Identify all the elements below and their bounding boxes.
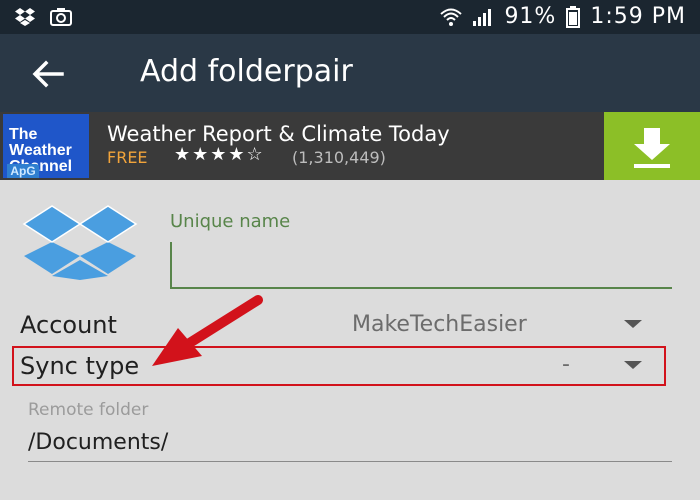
weather-channel-logo[interactable]: The Weather Channel ApG [3,114,89,178]
unique-name-label: Unique name [170,211,291,232]
sync-type-value[interactable]: - [562,352,570,377]
ad-price: FREE [107,148,148,167]
signal-icon [473,8,492,26]
download-icon [634,128,670,168]
ad-rating-stars: ★★★★☆ [174,144,265,164]
account-value[interactable]: MakeTechEasier [352,312,527,337]
unique-name-input[interactable] [170,240,672,289]
back-arrow-icon[interactable] [28,54,68,94]
status-left [14,7,72,27]
battery-icon [566,5,581,28]
wifi-icon [440,8,463,26]
remote-folder-label: Remote folder [28,400,149,420]
ad-title: Weather Report & Climate Today [107,122,450,146]
screenshot-notification-icon [50,8,72,26]
battery-percent: 91% [504,4,557,29]
red-annotation-arrow-icon [152,295,263,366]
dropbox-notification-icon [15,8,35,26]
ad-badge: ApG [7,164,39,178]
dropbox-logo-icon [22,205,138,280]
clock: 1:59 PM [590,4,686,29]
status-bar: 91% 1:59 PM [0,0,700,34]
app-bar: Add folderpair [0,34,700,112]
ad-rating-count: (1,310,449) [292,148,386,167]
account-dropdown-caret-icon[interactable] [624,320,642,328]
remote-folder-input[interactable]: /Documents/ [28,430,168,455]
remote-folder-underline [28,461,672,462]
account-label: Account [20,311,117,339]
text-cursor [170,242,172,287]
status-right: 91% 1:59 PM [440,4,686,29]
sync-type-dropdown-caret-icon[interactable] [624,361,642,369]
ad-download-button[interactable] [604,112,700,180]
sync-type-label: Sync type [20,352,140,380]
page-title: Add folderpair [140,54,353,89]
